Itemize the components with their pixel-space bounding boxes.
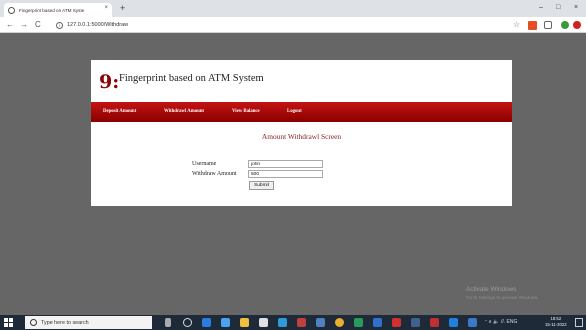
url-field[interactable]: i 127.0.0.1:5000/Withdraw xyxy=(56,19,496,31)
app-icon[interactable] xyxy=(411,318,420,327)
info-icon[interactable]: i xyxy=(56,21,63,29)
notification-icon[interactable] xyxy=(575,318,583,327)
file-explorer-icon[interactable] xyxy=(240,318,249,327)
nav-withdrawl-amount[interactable]: Withdrawl Amount xyxy=(164,108,204,116)
extension-icon[interactable] xyxy=(544,21,552,29)
minimize-button[interactable]: – xyxy=(539,3,543,13)
page-title: Amount Withdrawl Screen xyxy=(261,132,342,141)
app-icon[interactable] xyxy=(316,318,325,327)
globe-icon xyxy=(8,6,15,14)
site-title: Fingerprint based on ATM System xyxy=(119,73,264,84)
logo-icon: 9: xyxy=(99,71,120,93)
taskbar-clock[interactable]: 18:52 15-11-2022 xyxy=(545,316,567,328)
clock-date: 15-11-2022 xyxy=(545,322,567,327)
chrome-icon[interactable] xyxy=(335,318,344,327)
nav-view-balance[interactable]: View Balance xyxy=(232,108,260,116)
reload-button[interactable]: C xyxy=(35,20,41,30)
app-icon[interactable] xyxy=(430,318,439,327)
app-icon[interactable] xyxy=(297,318,306,327)
extension-icon[interactable] xyxy=(528,21,537,30)
windows-taskbar: Type here to search ᵔ ∧ 🔈 //. ENG 18:52 … xyxy=(0,315,586,330)
tab-close-icon[interactable]: × xyxy=(104,5,108,11)
search-icon xyxy=(30,319,37,326)
browser-tab[interactable]: Fingerprint based on ATM Syste × xyxy=(4,3,112,17)
withdraw-amount-label: Withdraw Amount xyxy=(192,171,237,177)
new-tab-button[interactable]: + xyxy=(120,2,125,14)
system-tray[interactable]: ᵔ ∧ 🔈 //. ENG xyxy=(485,319,517,326)
window-close-button[interactable]: × xyxy=(574,3,578,13)
shopping-bag-icon[interactable] xyxy=(259,318,268,327)
main-navbar: Deposit Amount Withdrawl Amount View Bal… xyxy=(91,102,512,122)
browser-tab-strip: Fingerprint based on ATM Syste × + – □ × xyxy=(0,0,586,17)
address-bar: ← → C i 127.0.0.1:5000/Withdraw ☆ xyxy=(0,17,586,33)
microphone-icon[interactable] xyxy=(165,318,171,327)
app-icon[interactable] xyxy=(468,318,477,327)
nav-logout[interactable]: Logout xyxy=(287,108,302,116)
profile-icon[interactable] xyxy=(561,21,569,29)
opera-icon[interactable] xyxy=(573,21,581,29)
windows-start-icon[interactable] xyxy=(4,318,13,327)
page-container: 9: Fingerprint based on ATM System Depos… xyxy=(91,60,512,206)
withdraw-amount-input[interactable] xyxy=(248,170,323,178)
app-icon[interactable] xyxy=(449,318,458,327)
bookmark-star-icon[interactable]: ☆ xyxy=(513,20,520,30)
app-icon[interactable] xyxy=(354,318,363,327)
app-icon[interactable] xyxy=(392,318,401,327)
nav-deposit-amount[interactable]: Deposit Amount xyxy=(103,108,136,116)
app-icon[interactable] xyxy=(373,318,382,327)
back-button[interactable]: ← xyxy=(6,20,14,30)
activate-windows-hint: Go to Settings to activate Windows. xyxy=(466,295,539,300)
search-placeholder: Type here to search xyxy=(41,319,89,326)
taskbar-search-input[interactable]: Type here to search xyxy=(25,316,152,329)
store-icon[interactable] xyxy=(221,318,230,327)
activate-windows-watermark: Activate Windows xyxy=(466,286,517,293)
username-input[interactable] xyxy=(248,160,323,168)
edge-icon[interactable] xyxy=(202,318,211,327)
submit-button[interactable]: Submit xyxy=(249,181,274,190)
cortana-icon[interactable] xyxy=(183,318,192,327)
maximize-button[interactable]: □ xyxy=(556,3,560,13)
forward-button[interactable]: → xyxy=(20,20,28,30)
app-icon[interactable] xyxy=(278,318,287,327)
tab-title: Fingerprint based on ATM Syste xyxy=(19,7,85,13)
username-label: Username xyxy=(192,161,217,167)
url-text: 127.0.0.1:5000/Withdraw xyxy=(67,22,129,28)
